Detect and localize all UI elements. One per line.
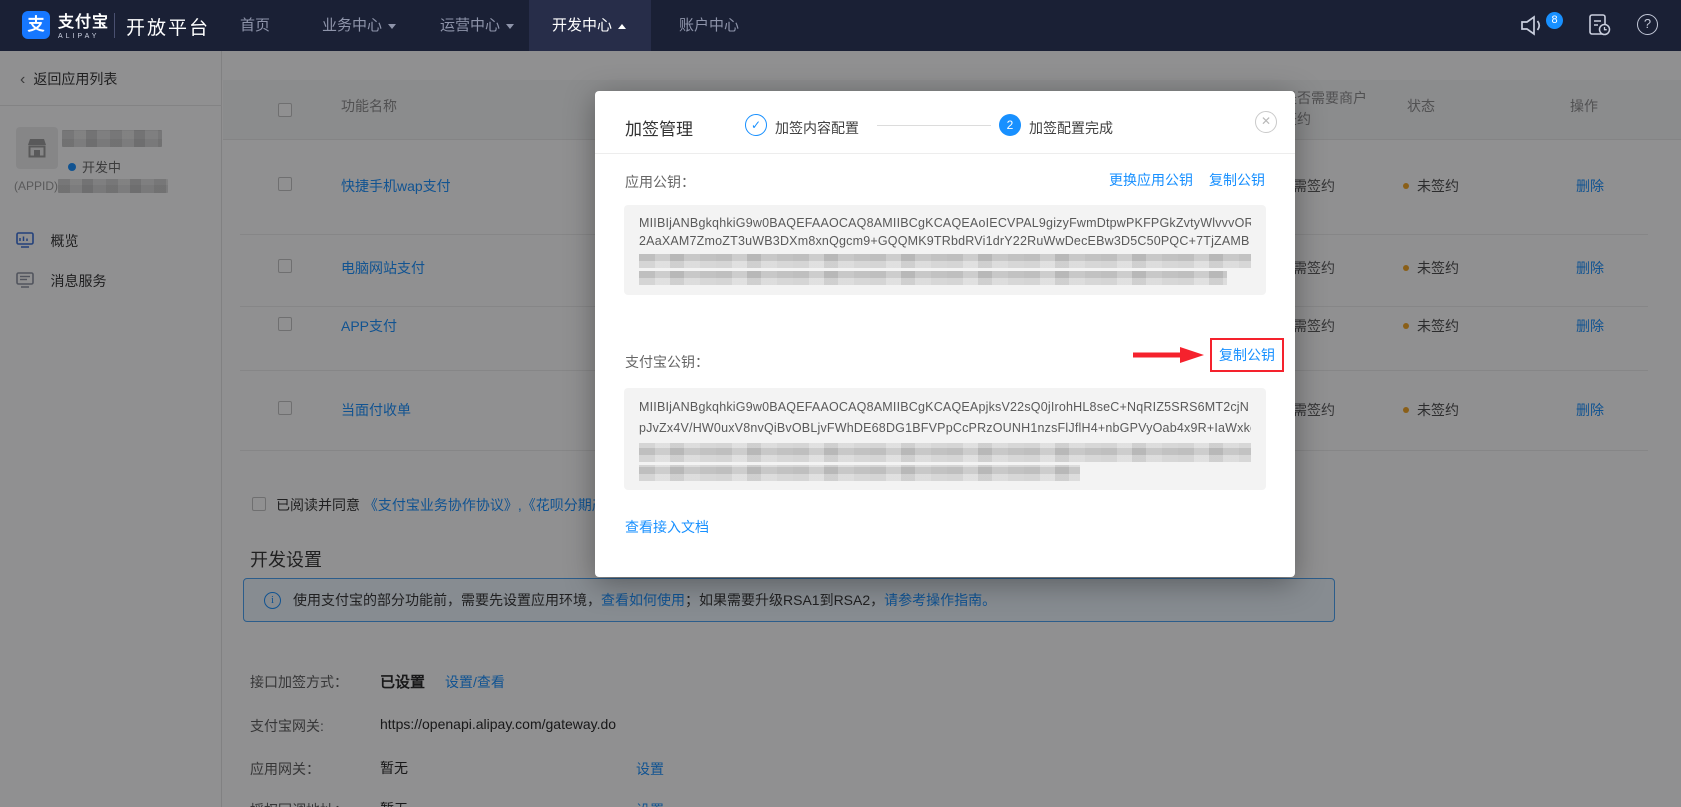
step2-label: 加签配置完成 (1029, 120, 1113, 136)
copy-key-highlight-box: 复制公钥 (1210, 338, 1284, 372)
brand-name: 支付宝 (58, 14, 110, 31)
step2-number: 2 (999, 114, 1021, 136)
dialog-title: 加签管理 (625, 120, 693, 139)
help-icon[interactable]: ? (1637, 14, 1658, 35)
nav-item-business[interactable]: 业务中心 (322, 0, 397, 51)
alipay-public-key-box: MIIBIjANBgkqhkiG9w0BAQEFAAOCAQ8AMIIBCgKC… (624, 388, 1266, 490)
nav-item-home[interactable]: 首页 (240, 0, 270, 51)
announcement-icon[interactable] (1520, 15, 1546, 36)
alipay-public-key-label: 支付宝公钥： (625, 354, 709, 370)
key-redacted-line (639, 443, 1251, 462)
app-public-key-label: 应用公钥： (625, 174, 695, 190)
app-public-key-box: MIIBIjANBgkqhkiG9w0BAQEFAAOCAQ8AMIIBCgKC… (624, 205, 1266, 295)
nav-item-operation[interactable]: 运营中心 (440, 0, 515, 51)
top-navbar: 支 支付宝 ALIPAY 开放平台 首页 业务中心 运营中心 开发中心 账户中心… (0, 0, 1681, 51)
step1-check-icon: ✓ (745, 114, 767, 136)
alipay-brand: 支付宝 ALIPAY (58, 8, 109, 40)
modal-header-divider (595, 153, 1295, 154)
nav-item-account[interactable]: 账户中心 (679, 0, 739, 51)
view-integration-doc-link[interactable]: 查看接入文档 (625, 517, 709, 537)
close-icon[interactable]: ✕ (1255, 111, 1277, 133)
document-history-icon[interactable] (1588, 13, 1612, 38)
key-text-line: pJvZx4V/HW0uxV8nvQiBvOBLjvFWhDE68DG1BFVP… (639, 421, 1251, 435)
key-text-line: MIIBIjANBgkqhkiG9w0BAQEFAAOCAQ8AMIIBCgKC… (639, 216, 1251, 230)
copy-alipay-key-link[interactable]: 复制公钥 (1219, 345, 1275, 365)
app-key-actions: 更换应用公钥 复制公钥 (1109, 170, 1265, 190)
key-text-line: MIIBIjANBgkqhkiG9w0BAQEFAAOCAQ8AMIIBCgKC… (639, 400, 1250, 414)
key-redacted-line (639, 254, 1251, 268)
caret-down-icon (388, 23, 397, 29)
red-arrow-icon (1133, 347, 1204, 363)
brand-sub: ALIPAY (58, 33, 100, 40)
caret-down-icon (506, 23, 515, 29)
step1-label: 加签内容配置 (775, 120, 859, 136)
key-redacted-line (639, 271, 1227, 285)
alipay-logo-icon: 支 (22, 11, 50, 39)
caret-up-icon (618, 23, 627, 29)
key-text-line: 2AaXAM7ZmoZT3uWB3DXm8xnQgcm9+GQQMK9TRbdR… (639, 234, 1250, 248)
signature-management-dialog: 加签管理 ✓ 加签内容配置 2 加签配置完成 ✕ 应用公钥： 更换应用公钥 复制… (595, 91, 1295, 577)
key-redacted-line (639, 465, 1080, 481)
logo-divider (114, 13, 115, 38)
replace-app-key-link[interactable]: 更换应用公钥 (1109, 170, 1193, 190)
notification-badge: 8 (1546, 12, 1563, 29)
copy-app-key-link[interactable]: 复制公钥 (1209, 170, 1265, 190)
platform-title: 开放平台 (126, 18, 211, 39)
nav-item-developer[interactable]: 开发中心 (552, 0, 627, 51)
step-connector (877, 125, 991, 126)
